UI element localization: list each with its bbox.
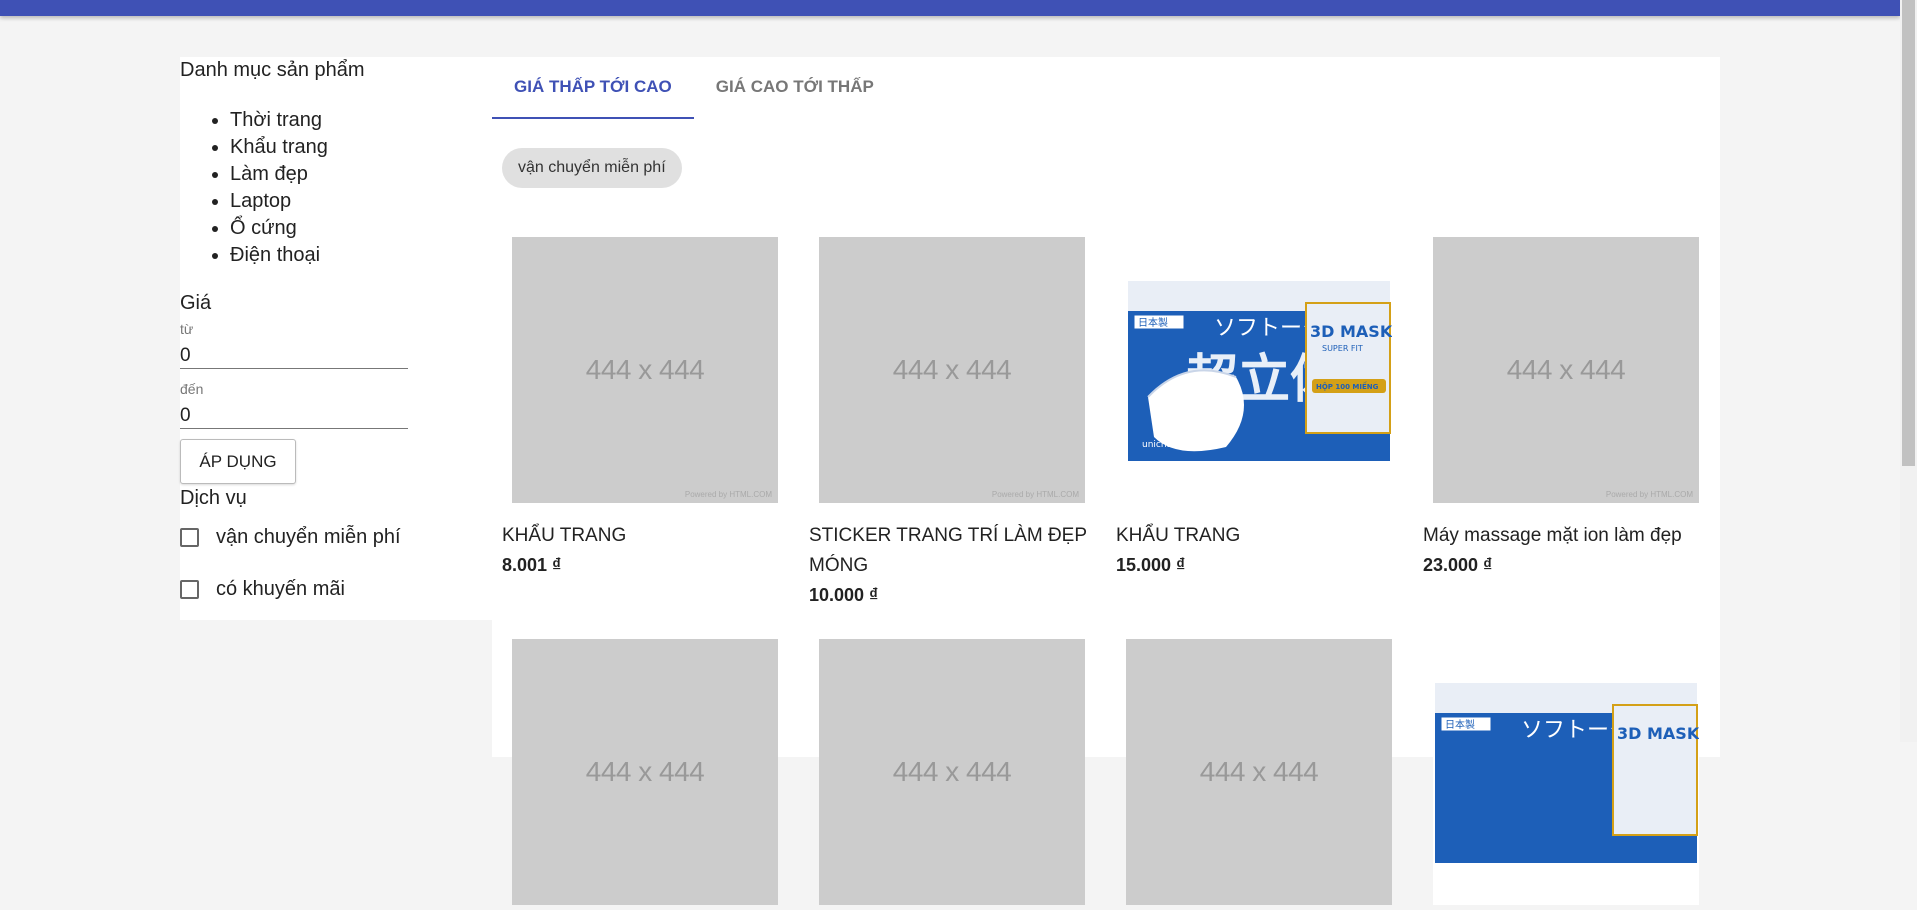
placeholder-size-text: 444 x 444 <box>1199 756 1319 787</box>
product-name[interactable]: Sticker trang trí làm đẹp móng <box>809 521 1109 581</box>
product-name[interactable]: Khẩu trang <box>1116 521 1416 551</box>
filter-chip[interactable]: vận chuyển miễn phí <box>502 148 682 188</box>
placeholder-size-text: 444 x 444 <box>892 756 1012 787</box>
product-price: 8.001 ₫ <box>502 555 562 575</box>
placeholder-size-text: 444 x 444 <box>1506 354 1626 385</box>
price-from-label: từ <box>180 321 194 337</box>
free-shipping-label: vận chuyển miễn phí <box>216 526 401 548</box>
product-price: 23.000 ₫ <box>1423 555 1493 575</box>
product-price: 10.000 ₫ <box>809 585 879 605</box>
category-item[interactable]: Ổ cứng <box>230 215 328 242</box>
placeholder-size-text: 444 x 444 <box>585 354 705 385</box>
powered-by-text: Powered by HTML.COM <box>991 490 1079 499</box>
placeholder-size-text: 444 x 444 <box>892 354 1012 385</box>
promotion-option[interactable]: có khuyến mãi <box>180 578 345 601</box>
price-to-label: đến <box>180 381 204 397</box>
unicharm-text: unicharm <box>1142 440 1184 450</box>
price-from-input[interactable] <box>180 344 408 369</box>
mask-box-illustration: 日本製 ソフトーク 超立体 3D MASK SUPER FIT HỘP 100 … <box>1128 281 1393 461</box>
product-image-placeholder: 444 x 444 Powered by HTML.COM <box>1433 237 1699 503</box>
free-shipping-checkbox[interactable] <box>180 528 199 547</box>
top-app-bar <box>0 0 1900 16</box>
product-name[interactable]: Máy massage mặt ion làm đẹp <box>1423 521 1723 551</box>
promotion-checkbox[interactable] <box>180 580 199 599</box>
mask-product-image: 日本製 ソフトーク 超立体 3D MASK SUPER FIT HỘP 100 … <box>1126 237 1393 503</box>
scrollbar-thumb[interactable] <box>1902 0 1915 466</box>
made-in-japan-text: 日本製 <box>1138 316 1168 329</box>
free-shipping-option[interactable]: vận chuyển miễn phí <box>180 526 401 549</box>
3d-mask-text: 3D MASK <box>1617 724 1699 743</box>
product-image-placeholder: 444 x 444 <box>512 639 778 905</box>
filter-sidebar: Danh mục sản phẩm Thời trang Khẩu trang … <box>180 57 492 620</box>
price-heading: Giá <box>180 292 212 314</box>
category-list: Thời trang Khẩu trang Làm đẹp Laptop Ổ c… <box>180 107 328 269</box>
category-item[interactable]: Làm đẹp <box>230 161 328 188</box>
promotion-label: có khuyến mãi <box>216 578 345 600</box>
product-image-placeholder: 444 x 444 <box>819 639 1085 905</box>
super-fit-text: SUPER FIT <box>1322 344 1363 353</box>
powered-by-text: Powered by HTML.COM <box>1605 490 1693 499</box>
product-image-placeholder: 444 x 444 <box>1126 639 1392 905</box>
product-image-placeholder: 444 x 444 Powered by HTML.COM <box>819 237 1085 503</box>
product-name[interactable]: Khẩu trang <box>502 521 802 551</box>
product-panel: Giá thấp tới cao Giá cao tới thấp vận ch… <box>492 57 1723 905</box>
product-image-placeholder: 444 x 444 Powered by HTML.COM <box>512 237 778 503</box>
placeholder-size-text: 444 x 444 <box>585 756 705 787</box>
category-item[interactable]: Laptop <box>230 188 328 215</box>
powered-by-text: Powered by HTML.COM <box>684 490 772 499</box>
sort-tabs: Giá thấp tới cao Giá cao tới thấp <box>492 57 896 119</box>
mask-product-image: 日本製 ソフトーク 3D MASK <box>1433 639 1700 905</box>
category-item[interactable]: Điện thoại <box>230 242 328 269</box>
category-item[interactable]: Thời trang <box>230 107 328 134</box>
category-item[interactable]: Khẩu trang <box>230 134 328 161</box>
tab-price-asc[interactable]: Giá thấp tới cao <box>492 57 694 119</box>
product-price: 15.000 ₫ <box>1116 555 1186 575</box>
page-scrollbar[interactable] <box>1900 0 1917 742</box>
tab-price-desc[interactable]: Giá cao tới thấp <box>694 57 896 117</box>
box-count-text: HỘP 100 MIẾNG <box>1316 381 1379 391</box>
category-heading: Danh mục sản phẩm <box>180 59 365 81</box>
mask-box-illustration: 日本製 ソフトーク 3D MASK <box>1435 683 1700 863</box>
price-to-input[interactable] <box>180 404 408 429</box>
services-heading: Dịch vụ <box>180 487 247 509</box>
apply-button[interactable]: áp dụng <box>180 439 296 484</box>
3d-mask-text: 3D MASK <box>1310 322 1392 341</box>
made-in-japan-text: 日本製 <box>1445 718 1475 731</box>
